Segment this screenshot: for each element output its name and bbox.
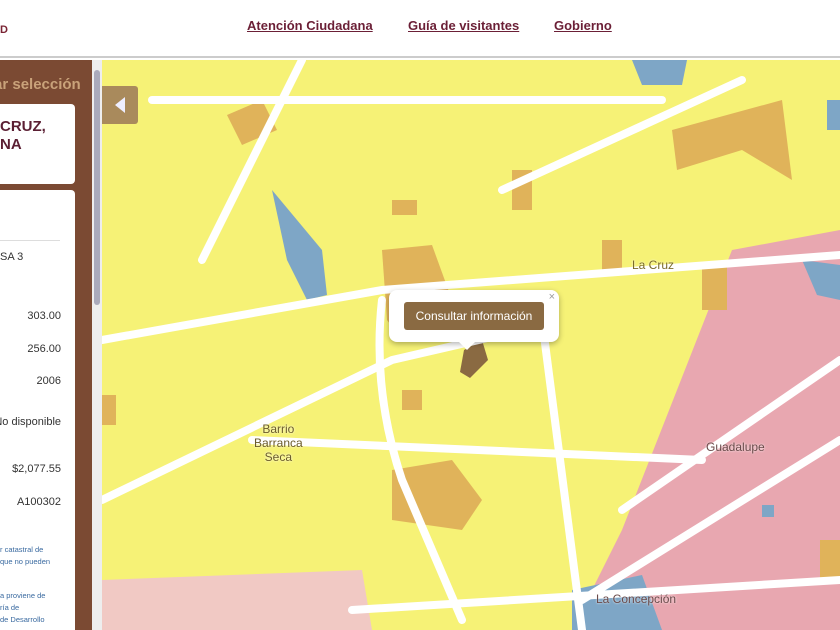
header: D Atención Ciudadana Guía de visitantes …	[0, 0, 840, 58]
value-availability: No disponible	[0, 416, 61, 428]
label-guadalupe: Guadalupe	[706, 440, 765, 454]
chevron-left-icon	[115, 97, 125, 113]
clear-selection-button[interactable]: ar selección	[0, 76, 81, 93]
note-1: r catastral de que no pueden	[0, 545, 51, 566]
close-icon[interactable]: ×	[549, 291, 555, 303]
map-view[interactable]: La Cruz Barrio Barranca Seca Guadalupe La …	[102, 60, 840, 630]
label-la-concepcion: La Concepción	[596, 592, 677, 606]
value-key: A100302	[16, 496, 61, 508]
property-details-card: SA 3 303.00 256.00 2006 No disponible $2…	[0, 190, 75, 630]
info-sidebar: ar selección CRUZ, NA SA 3 303.00 256.00 …	[0, 60, 92, 630]
value-amount: $2,077.55	[12, 463, 61, 475]
collapse-sidebar-button[interactable]	[102, 86, 138, 124]
nav-guia-visitantes[interactable]: Guía de visitantes	[408, 18, 519, 33]
property-title-card: CRUZ, NA	[0, 104, 75, 184]
consult-info-button[interactable]: Consultar información	[404, 302, 544, 330]
logo[interactable]: D	[0, 24, 8, 36]
value-year: 2006	[36, 375, 61, 387]
value-1: 303.00	[27, 310, 61, 322]
field-fragment: SA 3	[0, 251, 24, 263]
map-popup: × Consultar información	[389, 290, 559, 350]
label-la-cruz: La Cruz	[632, 258, 675, 272]
scrollbar-thumb[interactable]	[94, 70, 100, 305]
property-title: CRUZ, NA	[0, 118, 46, 153]
note-2: a proviene de ría de de Desarrollo	[0, 591, 46, 624]
sidebar-scrollbar[interactable]	[92, 60, 102, 630]
nav-atencion-ciudadana[interactable]: Atención Ciudadana	[247, 18, 373, 33]
nav-gobierno[interactable]: Gobierno	[554, 18, 612, 33]
value-2: 256.00	[27, 343, 61, 355]
label-barrio-barranca-seca: Barrio Barranca Seca	[254, 422, 303, 464]
popup-tip	[459, 342, 475, 350]
divider	[0, 240, 60, 241]
